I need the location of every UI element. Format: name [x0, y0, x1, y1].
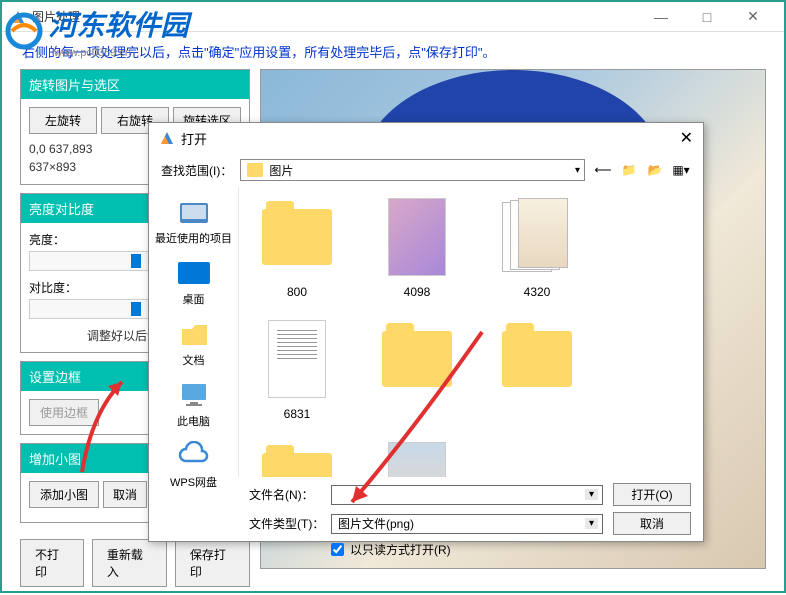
desktop-icon [176, 258, 212, 288]
use-border-button[interactable]: 使用边框 [29, 399, 99, 426]
dialog-close-button[interactable]: ✕ [680, 128, 693, 148]
app-icon [10, 9, 26, 25]
filename-label: 文件名(N)： [249, 486, 321, 503]
open-button[interactable]: 打开(O) [613, 483, 691, 506]
filename-input[interactable] [331, 485, 603, 505]
dialog-titlebar: 打开 ✕ [149, 123, 703, 153]
no-print-button[interactable]: 不打印 [20, 539, 84, 587]
file-item[interactable]: 4098 [371, 195, 463, 299]
recent-icon [176, 197, 212, 227]
file-item[interactable]: 6831 [251, 317, 343, 421]
readonly-checkbox[interactable] [331, 543, 344, 556]
main-title: 图片处理 [32, 8, 638, 25]
close-button[interactable]: ✕ [730, 2, 776, 32]
folder-dropdown[interactable]: 图片 [240, 159, 585, 181]
file-item[interactable]: 4320 [491, 195, 583, 299]
filetype-dropdown[interactable]: 图片文件(png) [331, 514, 603, 534]
dialog-footer: 文件名(N)： 打开(O) 文件类型(T)： 图片文件(png) 取消 以只读方… [149, 477, 703, 568]
rotate-header: 旋转图片与选区 [21, 70, 249, 99]
file-item[interactable] [491, 317, 583, 421]
dialog-title: 打开 [181, 129, 680, 148]
lookup-range-label: 查找范围(I)： [161, 162, 232, 179]
wps-cloud-icon [176, 441, 212, 471]
place-documents[interactable]: 文档 [153, 313, 234, 374]
file-list-area: 800 4098 4320 6831 [239, 187, 703, 477]
file-item[interactable] [371, 439, 463, 477]
filetype-label: 文件类型(T)： [249, 515, 321, 532]
places-bar: 最近使用的项目 桌面 文档 此电脑 WPS网盘 [149, 187, 239, 477]
readonly-label: 以只读方式打开(R) [350, 541, 451, 558]
computer-icon [176, 380, 212, 410]
dialog-app-icon [159, 130, 175, 146]
add-small-button[interactable]: 添加小图 [29, 481, 99, 508]
back-icon[interactable]: ⟵ [593, 160, 613, 180]
documents-icon [176, 319, 212, 349]
rotate-left-button[interactable]: 左旋转 [29, 107, 97, 134]
file-item[interactable]: 800 [251, 195, 343, 299]
open-dialog: 打开 ✕ 查找范围(I)： 图片 ⟵ 📁 📂 ▦▾ 最近使用的项目 桌面 [148, 122, 704, 542]
folder-icon [247, 163, 263, 177]
new-folder-icon[interactable]: 📂 [645, 160, 665, 180]
place-recent[interactable]: 最近使用的项目 [153, 191, 234, 252]
place-desktop[interactable]: 桌面 [153, 252, 234, 313]
current-folder-name: 图片 [269, 162, 293, 179]
maximize-button[interactable]: □ [684, 2, 730, 32]
file-item[interactable] [371, 317, 463, 421]
main-titlebar: 图片处理 — □ ✕ [2, 2, 784, 32]
dialog-toolbar: 查找范围(I)： 图片 ⟵ 📁 📂 ▦▾ [149, 153, 703, 187]
minimize-button[interactable]: — [638, 2, 684, 32]
place-computer[interactable]: 此电脑 [153, 374, 234, 435]
view-menu-icon[interactable]: ▦▾ [671, 160, 691, 180]
instruction-text: 右侧的每一项处理完以后，点击"确定"应用设置，所有处理完毕后，点"保存打印"。 [2, 32, 784, 69]
file-item[interactable] [251, 439, 343, 477]
cancel-small-button[interactable]: 取消 [103, 481, 147, 508]
cancel-button[interactable]: 取消 [613, 512, 691, 535]
up-folder-icon[interactable]: 📁 [619, 160, 639, 180]
